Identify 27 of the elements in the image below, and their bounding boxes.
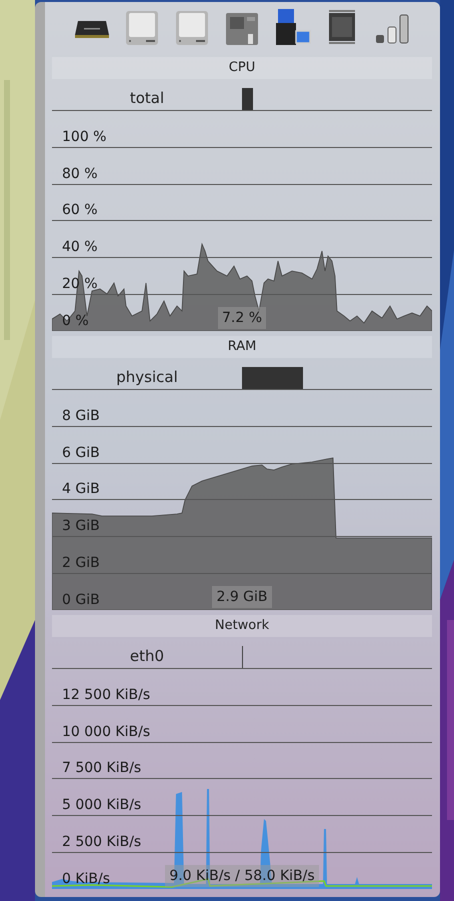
axis-label: 5 000 KiB/s bbox=[62, 796, 142, 814]
axis-label: 0 GiB bbox=[62, 590, 100, 609]
axis-label: 2 GiB bbox=[62, 554, 100, 572]
axis-label: 2 500 KiB/s bbox=[62, 833, 142, 852]
axis-label: 3 GiB bbox=[62, 517, 100, 536]
meter-bar bbox=[242, 88, 253, 110]
axis-label: 80 % bbox=[62, 164, 98, 183]
axis-label: 4 GiB bbox=[62, 480, 100, 498]
meter-bar bbox=[242, 367, 303, 389]
axis-label: 0 % bbox=[62, 312, 89, 330]
axis-label: 40 % bbox=[62, 238, 98, 256]
current-value: 9.0 KiB/s / 58.0 KiB/s bbox=[165, 865, 319, 887]
current-value: 2.9 GiB bbox=[212, 586, 272, 608]
axis-label: 100 % bbox=[62, 128, 106, 146]
sensor-label: physical bbox=[116, 366, 178, 388]
axis-label: 12 500 KiB/s bbox=[62, 686, 150, 704]
section-header: RAM bbox=[52, 336, 432, 358]
axis-label: 7 500 KiB/s bbox=[62, 759, 142, 778]
current-value: 7.2 % bbox=[218, 307, 266, 329]
section-header: Network bbox=[52, 615, 432, 637]
axis-label: 6 GiB bbox=[62, 444, 100, 462]
axis-label: 60 % bbox=[62, 201, 98, 220]
section-header: CPU bbox=[52, 57, 432, 79]
sensor-label: total bbox=[130, 88, 164, 108]
axis-label: 10 000 KiB/s bbox=[62, 722, 150, 741]
axis-label: 8 GiB bbox=[62, 406, 100, 425]
sensor-label: eth0 bbox=[130, 646, 164, 666]
